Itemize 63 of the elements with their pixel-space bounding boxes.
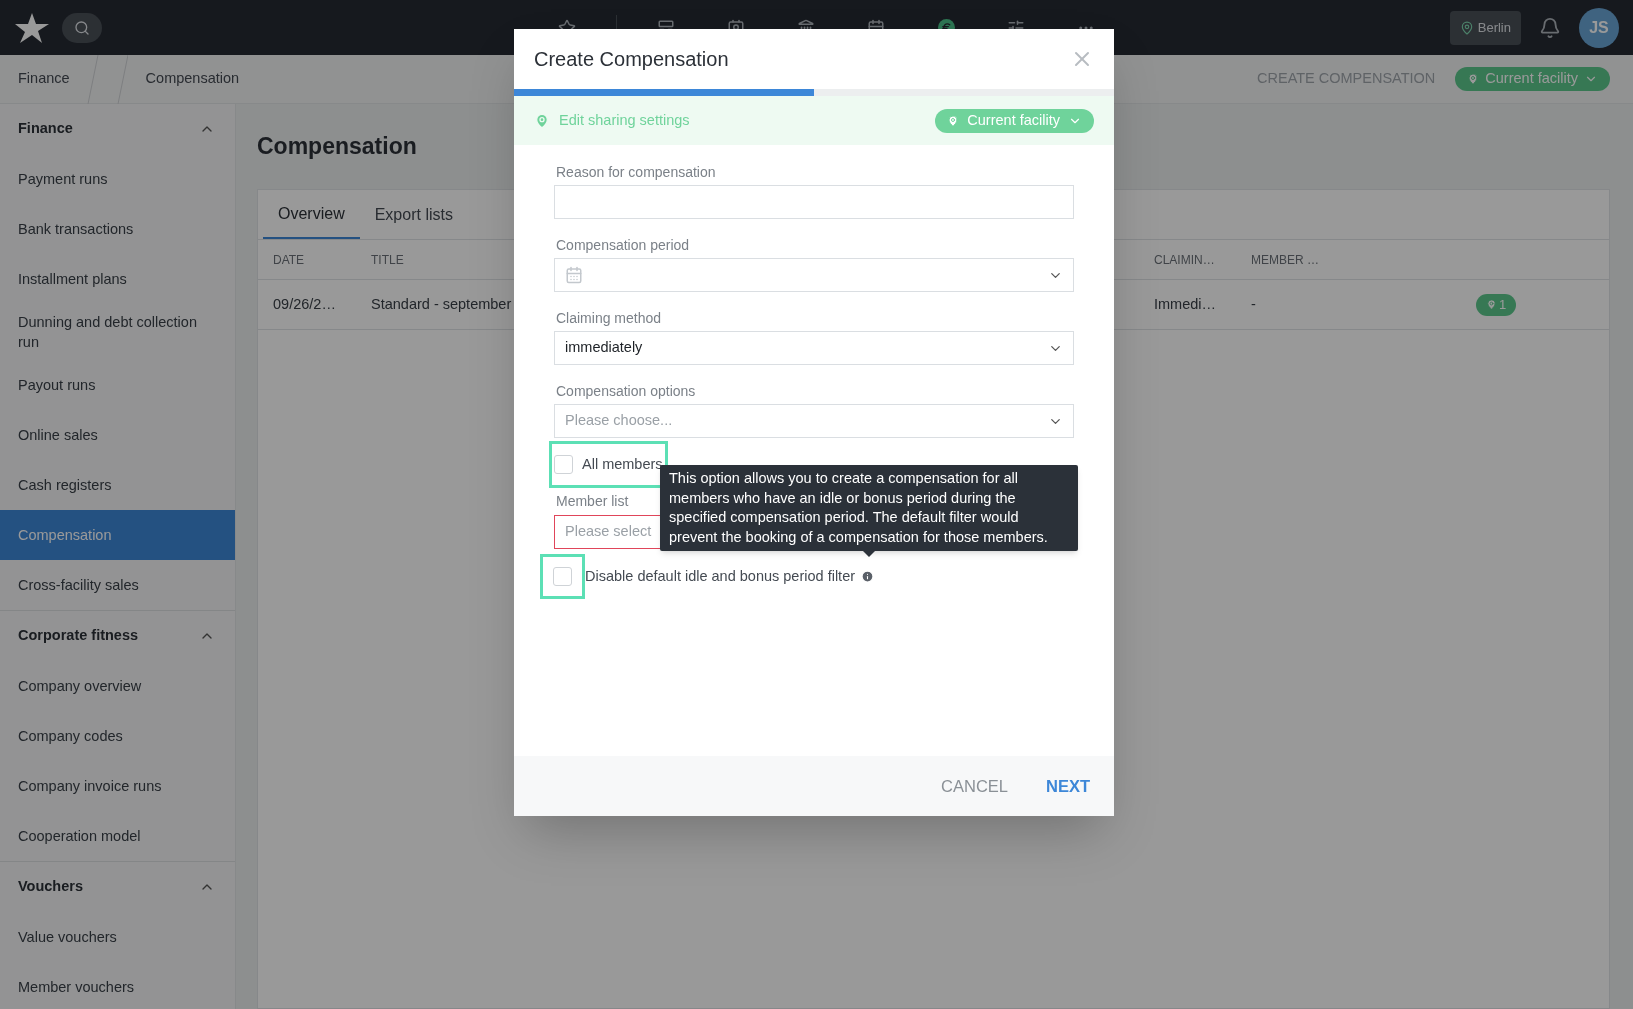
pin-icon (947, 114, 960, 127)
sidebar-item[interactable]: Installment plans (0, 254, 235, 304)
tab[interactable]: Overview (263, 190, 360, 239)
location-button[interactable]: Berlin (1449, 10, 1521, 45)
section-title: Corporate fitness (18, 626, 139, 646)
page-title: Compensation (257, 132, 417, 162)
cancel-button[interactable]: CANCEL (937, 773, 1012, 799)
sidebar-item[interactable]: Member vouchers (0, 962, 235, 1009)
field-label: Compensation period (555, 236, 691, 255)
checkbox[interactable] (554, 455, 573, 474)
sidebar-item[interactable]: Value vouchers (0, 912, 235, 962)
sidebar-item[interactable]: Cooperation model (0, 811, 235, 861)
table-cell-text: Standard - september (371, 294, 513, 314)
text-field[interactable] (554, 185, 1074, 219)
field-label: Compensation options (555, 382, 697, 401)
info-icon[interactable] (861, 570, 875, 583)
column-header[interactable]: DATE (273, 250, 371, 269)
notification-bell-icon[interactable] (1539, 16, 1561, 39)
field-label: Claiming method (555, 309, 663, 328)
table-cell-text: Immedi… (1154, 294, 1218, 314)
sidebar-item[interactable]: Bank transactions (0, 204, 235, 254)
field-label: Member list (555, 492, 629, 511)
sidebar-section-header[interactable]: Vouchers (0, 862, 235, 912)
search-icon (74, 19, 90, 36)
tooltip: This option allows you to create a compensation for all members who have an idle or bonus period during the specified compensation period. The default filter would prevent the booking of a compensation for those members. (660, 465, 1078, 551)
checkbox[interactable] (553, 567, 572, 586)
table-cell-text: - (1251, 294, 1257, 314)
select-field[interactable]: immediately (554, 331, 1074, 365)
facility-count-badge: 1 (1476, 293, 1516, 316)
sidebar-item[interactable]: Company invoice runs (0, 761, 235, 811)
table-cell-text: 09/26/2… (273, 294, 337, 314)
sidebar-section-header[interactable]: Finance (0, 104, 235, 154)
field-label: Reason for compensation (555, 163, 717, 182)
section-title: Vouchers (18, 877, 83, 897)
search-button[interactable] (62, 12, 102, 43)
breadcrumb-link[interactable]: Finance (0, 68, 78, 90)
sidebar-item[interactable]: Cross-facility sales (0, 560, 235, 610)
column-header[interactable]: MEMBER … (1251, 250, 1476, 269)
sidebar-item[interactable]: Compensation (0, 510, 235, 560)
sidebar-item[interactable]: Company codes (0, 711, 235, 761)
logo-icon (14, 11, 50, 44)
pin-icon (534, 112, 550, 129)
sidebar-section-header[interactable]: Corporate fitness (0, 611, 235, 661)
sidebar-item[interactable]: Cash registers (0, 460, 235, 510)
tooltip-pointer-icon (863, 551, 875, 557)
tab[interactable]: Export lists (359, 190, 468, 239)
section-title: Finance (18, 119, 73, 139)
sidebar-item[interactable]: Payout runs (0, 360, 235, 410)
select-field[interactable]: Please choose... (554, 404, 1074, 438)
dialog-title: Create Compensation (534, 47, 729, 72)
next-button[interactable]: NEXT (1042, 773, 1094, 799)
pin-icon (1485, 299, 1497, 310)
sidebar-item[interactable]: Dunning and debt collection run (0, 304, 235, 360)
sidebar-item[interactable]: Online sales (0, 410, 235, 460)
breadcrumb-link[interactable]: Compensation (127, 68, 240, 90)
sidebar-item[interactable]: Company overview (0, 661, 235, 711)
date-field[interactable] (554, 258, 1074, 292)
column-header[interactable]: CLAIMIN… (1154, 250, 1251, 269)
pin-icon (1459, 20, 1474, 35)
pin-icon (1467, 73, 1480, 85)
calendar-icon (565, 266, 583, 284)
checkbox-label[interactable]: Disable default idle and bonus period filter (585, 565, 856, 588)
sidebar-item[interactable]: Payment runs (0, 154, 235, 204)
